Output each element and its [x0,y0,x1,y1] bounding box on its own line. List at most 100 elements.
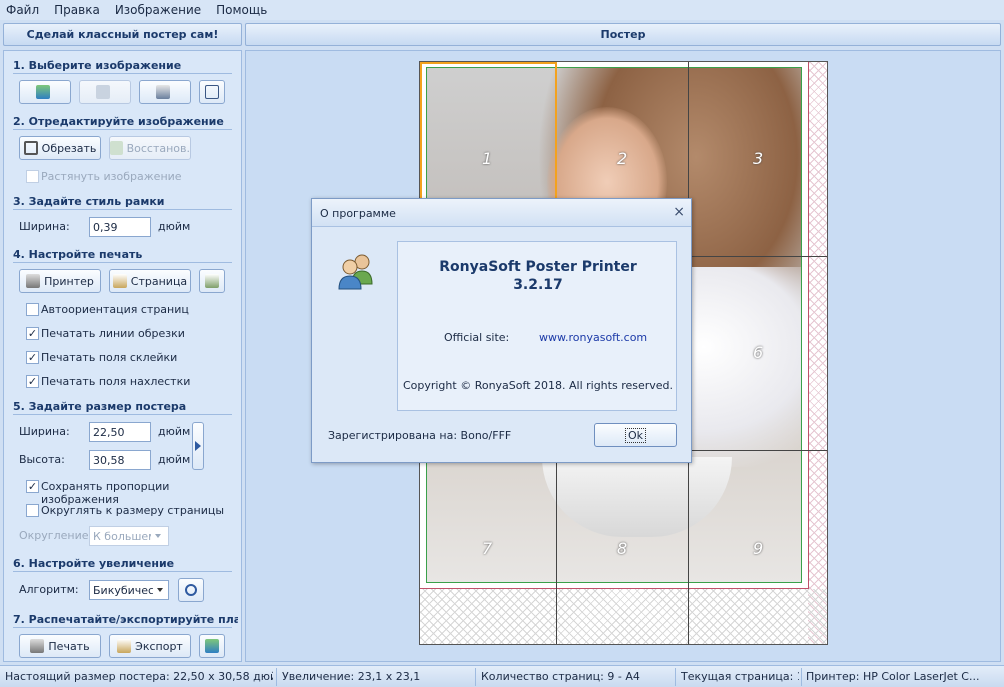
ok-button-label: Ok [624,427,647,443]
chevron-down-icon [157,588,163,592]
glue-margins-checkbox[interactable]: ✓ [26,351,39,364]
algorithm-select[interactable]: Бикубическ [89,580,169,600]
frame-width-input[interactable]: 0,39 [89,217,151,237]
cut-lines-label: Печатать линии обрезки [41,327,185,340]
printer-icon [30,639,45,653]
page-number: 1 [482,149,493,168]
page-number: 8 [617,539,628,558]
print-button[interactable]: Печать [19,634,101,658]
status-bar: Настоящий размер постера: 22,50 x 30,58 … [0,665,1004,687]
frame-width-label: Ширина: [19,220,70,233]
cut-lines-checkbox[interactable]: ✓ [26,327,39,340]
overlap-margins-label: Печатать поля нахлестки [41,375,191,388]
status-separator [475,668,476,686]
algorithm-select-value: Бикубическ [93,583,153,597]
poster-width-input[interactable]: 22,50 [89,422,151,442]
status-separator [675,668,676,686]
poster-height-input[interactable]: 30,58 [89,450,151,470]
stretch-image-label: Растянуть изображение [41,170,182,183]
dialog-title: О программе [320,207,396,220]
export-image-button[interactable] [199,80,225,104]
poster-width-label: Ширина: [19,425,70,438]
crop-button-label: Обрезать [41,141,97,155]
section-divider [13,73,232,74]
status-zoom: Увеличение: 23,1 x 23,1 [282,670,421,683]
menu-edit[interactable]: Правка [54,3,100,17]
menu-file[interactable]: Файл [6,3,39,17]
image-file-icon [205,639,219,653]
menu-image[interactable]: Изображение [115,3,201,17]
link-dimensions-button[interactable] [192,422,204,470]
overlap-margins-checkbox[interactable]: ✓ [26,375,39,388]
page-number: 6 [753,343,764,362]
official-site-link[interactable]: www.ronyasoft.com [539,331,647,344]
round-to-page-checkbox[interactable] [26,504,39,517]
section-divider [13,209,232,210]
glue-margins-label: Печатать поля склейки [41,351,178,364]
restore-button[interactable]: Восстанов. [109,136,191,160]
status-current-page: Текущая страница: 1 [681,670,799,683]
page-setup-button[interactable]: Страница [109,269,191,293]
algorithm-label: Алгоритм: [19,583,79,596]
external-link-icon [205,85,219,99]
scan-image-button[interactable] [139,80,191,104]
zoom-preview-button[interactable] [178,578,204,602]
section-print-export: 7. Распечатайте/экспортируйте плак [13,613,238,626]
section-divider [13,129,232,130]
paste-image-button[interactable] [79,80,131,104]
restore-icon [110,141,123,155]
dialog-title-bar[interactable]: О программе × [312,199,691,227]
section-divider [13,627,232,628]
open-image-button[interactable] [19,80,71,104]
poster-height-label: Высота: [19,453,65,466]
menu-help[interactable]: Помощь [216,3,267,17]
page-number: 2 [617,149,628,168]
crop-icon [23,141,38,155]
users-icon [338,254,373,290]
status-separator [801,668,802,686]
frame-width-unit: дюйм [158,220,191,233]
product-name: RonyaSoft Poster Printer [439,259,637,275]
chevron-down-icon [155,534,161,538]
keep-ratio-label: Сохранять пропорции изображения [41,480,170,506]
section-divider [13,262,232,263]
print-button-label: Печать [48,639,90,653]
auto-orientation-label: Автоориентация страниц [41,303,189,316]
about-dialog: О программе × RonyaSoft Poster Printer 3… [311,198,692,463]
registration-text: Зарегистрирована на: Bono/FFF [328,429,512,442]
status-poster-size: Настоящий размер постера: 22,50 x 30,58 … [5,670,273,683]
page-number: 9 [753,539,764,558]
about-info-panel: RonyaSoft Poster Printer 3.2.17 Official… [397,241,677,411]
printer-button-label: Принтер [44,274,94,288]
stretch-image-checkbox[interactable] [26,170,39,183]
settings-panel: 1. Выберите изображение 2. Отредактируйт… [3,50,242,662]
poster-header: Постер [245,23,1001,46]
printer-button[interactable]: Принтер [19,269,101,293]
keep-ratio-checkbox[interactable]: ✓ [26,480,39,493]
section-poster-size: 5. Задайте размер постера [13,400,187,413]
status-page-count: Количество страниц: 9 - A4 [481,670,640,683]
auto-orientation-checkbox[interactable] [26,303,39,316]
status-separator [276,668,277,686]
export-icon [117,639,132,653]
page-setup-button-label: Страница [130,274,188,288]
export-image-file-button[interactable] [199,634,225,658]
poster-width-unit: дюйм [158,425,191,438]
page-number: 7 [482,539,493,558]
open-image-icon [36,85,50,99]
rounding-select[interactable]: К большему [89,526,169,546]
page-options-button[interactable] [199,269,225,293]
ok-button[interactable]: Ok [594,423,677,447]
magnifier-icon [185,584,197,596]
section-divider [13,414,232,415]
page-setup-icon [112,274,127,288]
poster-height-unit: дюйм [158,453,191,466]
section-select-image: 1. Выберите изображение [13,59,182,72]
close-icon[interactable]: × [673,204,685,220]
poster-edge-right [808,62,809,589]
export-button[interactable]: Экспорт [109,634,191,658]
crop-button[interactable]: Обрезать [19,136,101,160]
left-panel-header: Сделай классный постер сам! [3,23,242,46]
section-zoom: 6. Настройте увеличение [13,557,175,570]
restore-button-label: Восстанов. [126,141,190,155]
